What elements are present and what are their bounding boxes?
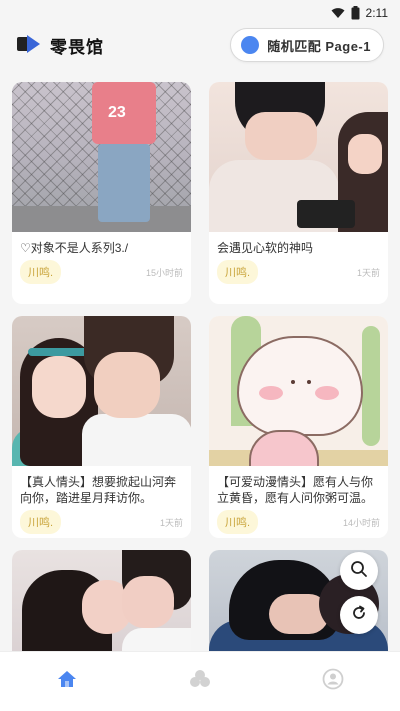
post-card[interactable]: 23 ♡对象不是人系列3./ 川鸣. 15小时前 xyxy=(12,82,191,304)
random-match-label: 随机匹配 Page-1 xyxy=(267,38,371,54)
profile-icon xyxy=(322,668,344,695)
refresh-icon xyxy=(350,604,368,627)
search-icon xyxy=(350,560,368,583)
post-card[interactable]: 【真人情头】想要掀起山河奔向你，踏进星月拜访你。 川鸣. 1天前 xyxy=(12,316,191,538)
post-time: 1天前 xyxy=(159,517,183,528)
nav-profile[interactable] xyxy=(313,662,353,702)
post-grid: 23 ♡对象不是人系列3./ 川鸣. 15小时前 会遇见心软的神吗 川鸣. 1天 xyxy=(12,82,388,670)
match-dot-icon xyxy=(241,36,260,54)
post-title: 【可爱动漫情头】愿有人与你立黄昏，愿有人问你粥可温。 xyxy=(217,475,374,505)
author-tag[interactable]: 川鸣. xyxy=(20,510,62,534)
search-button[interactable] xyxy=(340,552,378,590)
status-time: 2:11 xyxy=(365,6,388,20)
nav-community[interactable] xyxy=(180,662,220,702)
post-time: 15小时前 xyxy=(145,267,183,278)
post-thumbnail[interactable] xyxy=(12,316,191,466)
post-time: 1天前 xyxy=(356,267,380,278)
bottom-nav xyxy=(0,651,400,711)
post-thumbnail[interactable] xyxy=(209,316,388,466)
app-title: 零畏馆 xyxy=(50,37,104,57)
nav-home[interactable] xyxy=(47,662,87,702)
post-card[interactable]: 【可爱动漫情头】愿有人与你立黄昏，愿有人问你粥可温。 川鸣. 14小时前 xyxy=(209,316,388,538)
random-match-button[interactable]: 随机匹配 Page-1 xyxy=(230,28,384,62)
post-card[interactable]: 会遇见心软的神吗 川鸣. 1天前 xyxy=(209,82,388,304)
post-title: 【真人情头】想要掀起山河奔向你，踏进星月拜访你。 xyxy=(20,475,177,505)
community-icon xyxy=(189,669,211,694)
wifi-icon xyxy=(331,7,345,19)
author-tag[interactable]: 川鸣. xyxy=(20,260,62,284)
post-thumbnail[interactable]: 23 xyxy=(12,82,191,232)
app-header: 零畏馆 随机匹配 Page-1 xyxy=(0,26,400,64)
home-icon xyxy=(56,669,78,694)
post-title: 会遇见心软的神吗 xyxy=(217,241,314,255)
app-logo xyxy=(16,32,42,58)
post-thumbnail[interactable] xyxy=(209,82,388,232)
battery-icon xyxy=(351,6,360,20)
post-title: ♡对象不是人系列3./ xyxy=(20,241,129,255)
author-tag[interactable]: 川鸣. xyxy=(217,510,259,534)
author-tag[interactable]: 川鸣. xyxy=(217,260,259,284)
app-screen: 2:11 零畏馆 随机匹配 Page-1 23 ♡对象不是人系列3./ 川鸣. xyxy=(0,0,400,711)
refresh-button[interactable] xyxy=(340,596,378,634)
post-time: 14小时前 xyxy=(342,517,380,528)
status-bar: 2:11 xyxy=(0,0,400,26)
